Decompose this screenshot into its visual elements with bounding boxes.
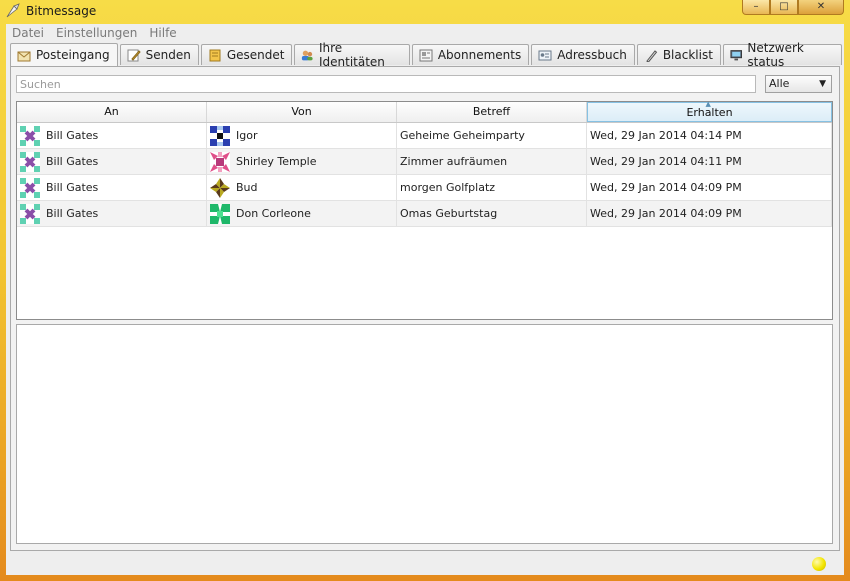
identicon-shirley-temple-icon [210, 151, 230, 172]
identicon-bill-gates-icon [20, 177, 40, 198]
cell-subject: Zimmer aufräumen [397, 149, 587, 174]
tab-abonnements[interactable]: Abonnements [411, 44, 530, 65]
table-row[interactable]: Bill Gates Igor Geheime Geheimparty Wed,… [17, 123, 832, 149]
table-row[interactable]: Bill Gates Bud morgen Golfplatz Wed, 29 … [17, 175, 832, 201]
minimize-button[interactable]: – [742, 0, 770, 15]
cell-subject: Geheime Geheimparty [397, 123, 587, 148]
tab-gesendet[interactable]: Gesendet [200, 44, 293, 65]
title-bar: Bitmessage – □ ✕ [0, 0, 850, 24]
identicon-bud-icon [210, 177, 230, 198]
table-row[interactable]: Bill Gates Shirley Temple Zimmer aufräum… [17, 149, 832, 175]
column-header-betreff[interactable]: Betreff [397, 102, 587, 122]
tab-posteingang[interactable]: Posteingang [10, 43, 118, 66]
cell-subject: morgen Golfplatz [397, 175, 587, 200]
identicon-don-corleone-icon [210, 203, 230, 224]
network-icon [730, 49, 742, 60]
main-window: Datei Einstellungen Hilfe Posteingang Se… [6, 24, 844, 575]
tab-bar: Posteingang Senden Gesendet Ihre Identit… [10, 41, 844, 69]
cell-from: Shirley Temple [207, 149, 397, 174]
tab-blacklist[interactable]: Blacklist [636, 44, 721, 65]
cell-received: Wed, 29 Jan 2014 04:09 PM [587, 175, 832, 200]
inbox-icon [17, 51, 31, 61]
identicon-bill-gates-icon [20, 203, 40, 224]
tab-ihre-identitaeten[interactable]: Ihre Identitäten [294, 41, 410, 69]
addressbook-icon [538, 50, 552, 60]
sent-icon [209, 49, 221, 61]
column-header-erhalten[interactable]: ▲ Erhalten [587, 100, 832, 122]
cell-from: Bud [207, 175, 397, 200]
menu-bar: Datei Einstellungen Hilfe [6, 24, 844, 42]
search-filter-select[interactable]: Alle ▼ [765, 75, 832, 93]
tab-netzwerk-status[interactable]: Netzwerk status [722, 41, 842, 69]
maximize-button[interactable]: □ [770, 0, 798, 15]
cell-to: Bill Gates [17, 149, 207, 174]
column-header-von[interactable]: Von [207, 102, 397, 122]
tab-label: Ihre Identitäten [318, 41, 385, 69]
cell-to: Bill Gates [17, 175, 207, 200]
message-preview-pane[interactable] [16, 324, 833, 544]
filter-selected-value: Alle [769, 77, 790, 90]
identicon-bill-gates-icon [20, 125, 40, 146]
window-controls: – □ ✕ [742, 0, 844, 16]
chevron-down-icon: ▼ [819, 79, 826, 89]
tab-label: Gesendet [226, 48, 285, 62]
window-title: Bitmessage [26, 4, 97, 18]
tab-label: Blacklist [662, 48, 713, 62]
search-input[interactable] [16, 75, 756, 93]
table-row[interactable]: Bill Gates Don Corleone Omas Geburtstag … [17, 201, 832, 227]
cell-from: Don Corleone [207, 201, 397, 226]
tab-adressbuch[interactable]: Adressbuch [531, 44, 635, 65]
cell-text: Bill Gates [46, 181, 99, 194]
cell-text: Shirley Temple [236, 155, 317, 168]
tab-label: Adressbuch [557, 48, 627, 62]
inbox-panel: Alle ▼ An Von Betreff ▲ Erhalten Bill Ga… [10, 66, 840, 551]
status-bar [6, 552, 844, 575]
cell-text: Bill Gates [46, 155, 99, 168]
identicon-igor-icon [210, 125, 230, 146]
cell-received: Wed, 29 Jan 2014 04:11 PM [587, 149, 832, 174]
close-button[interactable]: ✕ [798, 0, 844, 15]
menu-hilfe[interactable]: Hilfe [143, 24, 182, 42]
column-header-an[interactable]: An [17, 102, 207, 122]
cell-subject: Omas Geburtstag [397, 201, 587, 226]
cell-text: Igor [236, 129, 258, 142]
cell-to: Bill Gates [17, 123, 207, 148]
message-table: An Von Betreff ▲ Erhalten Bill Gates Igo… [16, 100, 833, 320]
tab-label: Posteingang [36, 48, 110, 62]
cell-text: Bill Gates [46, 207, 99, 220]
table-header: An Von Betreff ▲ Erhalten [17, 100, 832, 123]
cell-text: Bill Gates [46, 129, 99, 142]
tab-label: Abonnements [437, 48, 522, 62]
tab-senden[interactable]: Senden [119, 44, 199, 65]
bitmessage-logo-icon [6, 3, 20, 18]
tab-label: Netzwerk status [747, 41, 804, 69]
compose-icon [127, 49, 141, 61]
network-status-indicator-icon[interactable] [812, 557, 826, 571]
tab-label: Senden [145, 48, 191, 62]
cell-received: Wed, 29 Jan 2014 04:09 PM [587, 201, 832, 226]
menu-datei[interactable]: Datei [6, 24, 50, 42]
identicon-bill-gates-icon [20, 151, 40, 172]
blacklist-icon [646, 49, 658, 62]
cell-from: Igor [207, 123, 397, 148]
subscriptions-icon [419, 49, 433, 61]
sort-indicator-icon: ▲ [705, 100, 711, 108]
menu-einstellungen[interactable]: Einstellungen [50, 24, 143, 42]
cell-received: Wed, 29 Jan 2014 04:14 PM [587, 123, 832, 148]
cell-text: Don Corleone [236, 207, 311, 220]
identities-icon [302, 50, 314, 60]
cell-to: Bill Gates [17, 201, 207, 226]
cell-text: Bud [236, 181, 258, 194]
